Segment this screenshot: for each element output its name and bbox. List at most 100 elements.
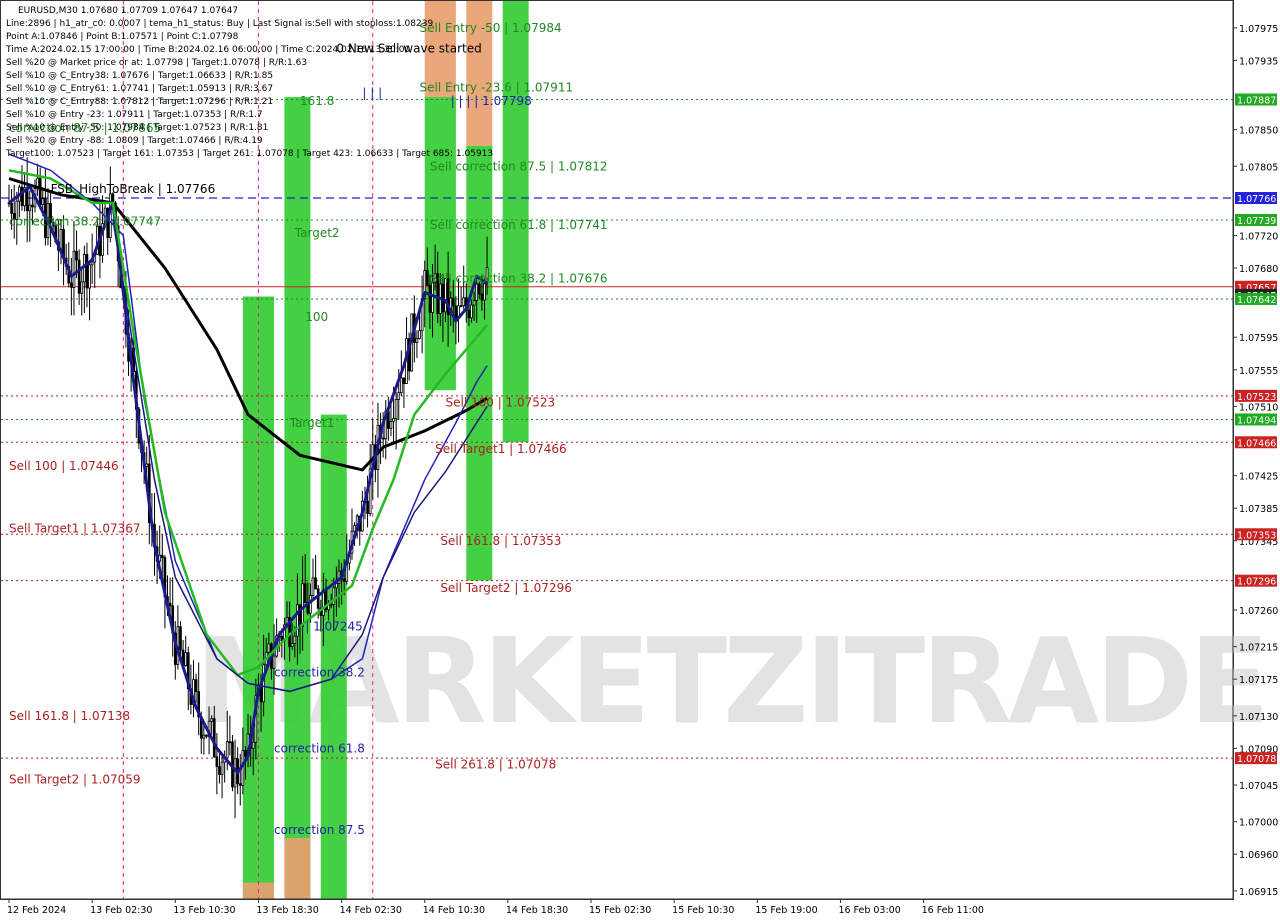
candle-body [415,338,419,343]
y-tick-label-6: 1.07595 [1239,333,1278,344]
info-line-3: Sell %20 @ Market price or at: 1.07798 |… [6,58,307,68]
price-badge-label-9: 1.07353 [1237,530,1276,541]
price-badge-label-5: 1.07642 [1237,295,1276,306]
x-tick-label-1: 13 Feb 02:30 [90,905,152,916]
annotation-label-6: Sell correction 38.2 | 1.07676 [430,272,608,286]
y-tick-label-20: 1.06915 [1239,887,1278,898]
candle-body [451,297,455,307]
candle-body [210,718,214,722]
candle-body [400,377,403,394]
x-tick-label-3: 13 Feb 18:30 [256,905,318,916]
candle-body [342,578,346,582]
candle-body [31,204,34,208]
candle-body [454,305,458,319]
annotation-label-15: Sell Target2 | 1.07059 [9,772,141,786]
candle-body [309,595,312,614]
candle-body [402,377,406,385]
chart-root: MARKETZITRADE 0 New Sell wave started Sel… [0,0,1280,920]
candle-body [194,679,198,692]
price-badge-label-1: 1.07766 [1237,194,1276,205]
candle-body [267,643,271,653]
annotation-label-17: Target2 [294,226,340,240]
candle-body [332,587,336,605]
candle-body [316,588,320,609]
y-tick-label-2: 1.07850 [1239,126,1278,137]
candle-body [215,756,219,767]
y-tick-label-3: 1.07805 [1239,162,1278,173]
annotation-label-3: | | | | 1.07798 [451,94,532,108]
y-tick-label-8: 1.07510 [1239,402,1278,413]
info-line-6: Sell %10 @ C_Entry88: 1.07812 | Target:1… [6,97,273,107]
candle-body [70,282,73,288]
candle-body [85,254,89,289]
x-tick-label-9: 15 Feb 19:00 [755,905,817,916]
chart-svg: MARKETZITRADE 0 New Sell wave startedSel… [0,0,1278,916]
x-tick-label-11: 16 Feb 11:00 [922,905,984,916]
candle-body [251,741,255,749]
candle-body [381,437,385,440]
candle-body [228,741,232,744]
candle-body [244,750,247,757]
candle-body [472,300,476,306]
candle-body [475,283,479,301]
info-line-10: Target100: 1.07523 | Target 161: 1.07353… [5,149,493,159]
annotation-label-9: Sell 161.8 | 1.07353 [440,534,561,548]
candle-body [418,330,421,339]
x-tick-label-10: 16 Feb 03:00 [838,905,900,916]
zone-rect-3 [284,837,311,899]
candle-body [160,554,164,558]
y-tick-label-0: 1.07975 [1239,24,1278,35]
annotation-label-5: Sell correction 61.8 | 1.07741 [430,218,608,232]
y-tick-label-12: 1.07260 [1239,606,1278,617]
y-tick-label-19: 1.06960 [1239,850,1278,861]
candle-body [75,250,78,261]
candle-body [480,293,484,301]
candle-body [467,309,471,319]
candle-body [20,186,24,207]
candle-body [311,577,315,596]
x-tick-label-6: 14 Feb 18:30 [506,905,568,916]
annotation-label-21: | | | 1.07245 [290,619,363,633]
info-line-4: Sell %10 @ C_Entry38: 1.07676 | Target:1… [6,71,273,81]
price-badge-label-7: 1.07494 [1237,415,1276,426]
price-badge-label-6: 1.07523 [1237,392,1276,403]
annotation-label-18: 100 [305,310,328,324]
candle-body [28,204,32,212]
annotation-label-27: FSB_HighToBreak | 1.07766 [51,182,216,196]
zone-rect-8 [466,145,493,581]
x-tick-label-2: 13 Feb 10:30 [173,905,235,916]
y-tick-label-5: 1.07680 [1239,264,1278,275]
y-tick-label-13: 1.07215 [1239,643,1278,654]
annotation-label-23: correction 61.8 [274,741,365,755]
symbol-line: EURUSD,M30 1.07680 1.07709 1.07647 1.076… [18,6,238,16]
candle-body [314,577,317,590]
candle-body [10,202,13,214]
candle-body [335,583,338,589]
candle-body [303,583,307,603]
info-line-2: Time A:2024.02.15 17:00:00 | Time B:2024… [5,45,410,55]
candle-body [290,642,294,648]
candle-body [88,264,91,289]
y-tick-label-14: 1.07175 [1239,675,1278,686]
y-tick-label-1: 1.07935 [1239,56,1278,67]
candle-body [145,463,149,467]
candle-body [218,766,221,775]
candle-body [397,392,401,400]
annotation-label-8: Sell Target1 | 1.07466 [435,442,567,456]
candle-body [41,198,45,206]
candle-body [202,734,206,739]
annotation-label-13: Sell Target1 | 1.07367 [9,522,141,536]
y-tick-label-17: 1.07045 [1239,781,1278,792]
candle-body [25,187,29,212]
annotation-label-11: Sell 261.8 | 1.07078 [435,758,556,772]
annotation-label-19: Target1 [289,416,335,430]
candle-body [90,261,94,266]
zone-rect-6 [424,97,456,391]
annotation-label-7: Sell 100 | 1.07523 [446,395,556,409]
candle-body [179,626,182,651]
candle-body [329,604,333,606]
zone-rect-2 [284,97,311,899]
y-tick-label-4: 1.07720 [1239,231,1278,242]
x-tick-label-4: 14 Feb 02:30 [340,905,402,916]
candle-body [77,259,81,294]
